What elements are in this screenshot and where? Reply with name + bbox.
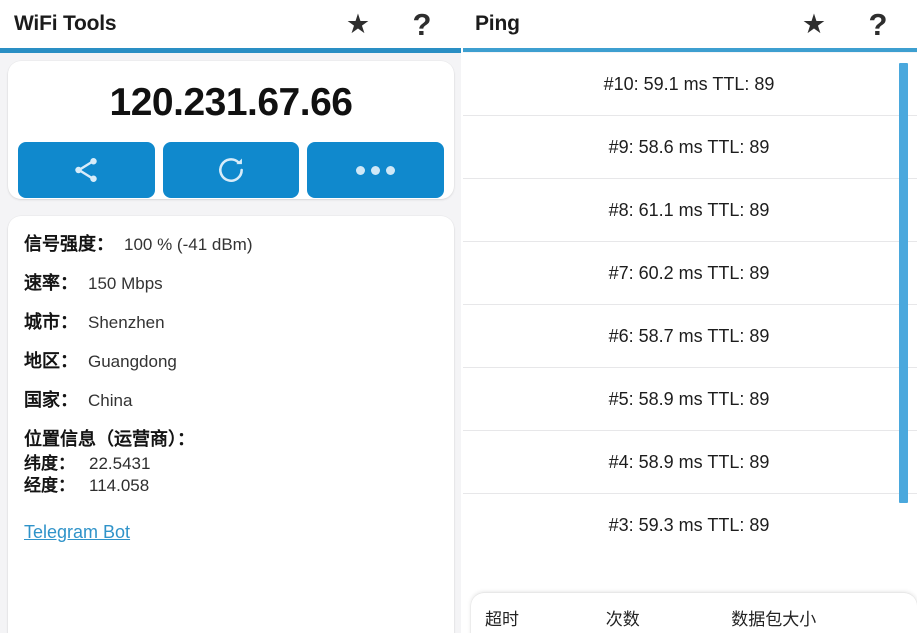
help-glyph: ? bbox=[869, 9, 888, 40]
page-title: WiFi Tools bbox=[14, 12, 116, 36]
info-value: China bbox=[88, 391, 132, 411]
list-item[interactable]: #3: 59.3 ms TTL: 89 bbox=[461, 494, 917, 557]
ping-appbar: Ping ★ ? bbox=[461, 0, 917, 48]
appbar-actions: ★ ? bbox=[799, 9, 903, 39]
app-root: WiFi Tools ★ ? 120.231.67.66 bbox=[0, 0, 917, 633]
star-icon[interactable]: ★ bbox=[799, 9, 829, 39]
info-label: 速率： bbox=[24, 269, 78, 295]
ip-address-value: 120.231.67.66 bbox=[8, 61, 454, 122]
info-value: 100 % (-41 dBm) bbox=[124, 235, 253, 255]
count-field-group: 次数 bbox=[606, 605, 717, 633]
ping-settings-card: 超时 次数 数据包大小 bbox=[471, 593, 917, 633]
list-item[interactable]: #4: 58.9 ms TTL: 89 bbox=[461, 431, 917, 494]
ping-results-list[interactable]: #10: 59.1 ms TTL: 89 #9: 58.6 ms TTL: 89… bbox=[461, 53, 917, 557]
info-value: 150 Mbps bbox=[88, 274, 163, 294]
location-info-title: 位置信息（运营商）： bbox=[24, 425, 438, 451]
info-value: Guangdong bbox=[88, 352, 177, 372]
timeout-label: 超时 bbox=[485, 605, 592, 630]
list-item[interactable]: #5: 58.9 ms TTL: 89 bbox=[461, 368, 917, 431]
appbar-actions: ★ ? bbox=[343, 9, 447, 39]
star-glyph: ★ bbox=[802, 11, 826, 38]
wifi-tools-content: 120.231.67.66 bbox=[0, 53, 461, 633]
location-row-longitude: 经度： 114.058 bbox=[24, 475, 438, 497]
wifi-tools-panel: WiFi Tools ★ ? 120.231.67.66 bbox=[0, 0, 461, 633]
star-icon[interactable]: ★ bbox=[343, 9, 373, 39]
panel-divider bbox=[461, 0, 463, 633]
wifi-tools-appbar: WiFi Tools ★ ? bbox=[0, 0, 461, 48]
packet-size-field-group: 数据包大小 bbox=[731, 605, 903, 633]
list-item[interactable]: #7: 60.2 ms TTL: 89 bbox=[461, 242, 917, 305]
more-horizontal-icon bbox=[356, 166, 395, 175]
list-item[interactable]: #8: 61.1 ms TTL: 89 bbox=[461, 179, 917, 242]
info-value: Shenzhen bbox=[88, 313, 165, 333]
info-row-country: 国家： China bbox=[24, 386, 438, 412]
help-glyph: ? bbox=[413, 9, 432, 40]
refresh-button[interactable] bbox=[163, 142, 300, 198]
list-item[interactable]: #6: 58.7 ms TTL: 89 bbox=[461, 305, 917, 368]
share-icon bbox=[71, 155, 101, 185]
location-row-latitude: 纬度： 22.5431 bbox=[24, 453, 438, 475]
question-mark-icon[interactable]: ? bbox=[863, 9, 893, 39]
info-row-link-speed: 速率： 150 Mbps bbox=[24, 269, 438, 295]
ip-address-card: 120.231.67.66 bbox=[8, 61, 454, 199]
ping-list-scrollbar[interactable] bbox=[899, 63, 908, 503]
info-label: 信号强度： bbox=[24, 230, 114, 256]
packet-size-label: 数据包大小 bbox=[731, 605, 903, 630]
share-button[interactable] bbox=[18, 142, 155, 198]
location-value: 114.058 bbox=[89, 475, 149, 497]
count-label: 次数 bbox=[606, 605, 717, 630]
ping-settings-fields: 超时 次数 数据包大小 bbox=[485, 605, 903, 633]
star-glyph: ★ bbox=[346, 11, 370, 38]
connection-info-card: 信号强度： 100 % (-41 dBm) 速率： 150 Mbps 城市： S… bbox=[8, 216, 454, 633]
refresh-icon bbox=[215, 154, 247, 186]
info-label: 地区： bbox=[24, 347, 78, 373]
appbar-accent-bar bbox=[461, 48, 917, 52]
list-item[interactable]: #10: 59.1 ms TTL: 89 bbox=[461, 53, 917, 116]
location-label: 经度： bbox=[24, 475, 75, 497]
telegram-bot-link[interactable]: Telegram Bot bbox=[24, 522, 130, 543]
info-row-city: 城市： Shenzhen bbox=[24, 308, 438, 334]
list-item[interactable]: #9: 58.6 ms TTL: 89 bbox=[461, 116, 917, 179]
ping-results-area: #10: 59.1 ms TTL: 89 #9: 58.6 ms TTL: 89… bbox=[461, 53, 917, 633]
ping-panel: Ping ★ ? #10: 59.1 ms TTL: 89 #9: 58.6 m… bbox=[461, 0, 917, 633]
location-label: 纬度： bbox=[24, 453, 75, 475]
info-row-region: 地区： Guangdong bbox=[24, 347, 438, 373]
ip-action-buttons bbox=[8, 122, 454, 198]
info-label: 国家： bbox=[24, 386, 78, 412]
more-options-button[interactable] bbox=[307, 142, 444, 198]
location-value: 22.5431 bbox=[89, 453, 150, 475]
page-title: Ping bbox=[475, 12, 520, 36]
info-row-signal-strength: 信号强度： 100 % (-41 dBm) bbox=[24, 230, 438, 256]
timeout-field-group: 超时 bbox=[485, 605, 592, 633]
info-label: 城市： bbox=[24, 308, 78, 334]
question-mark-icon[interactable]: ? bbox=[407, 9, 437, 39]
